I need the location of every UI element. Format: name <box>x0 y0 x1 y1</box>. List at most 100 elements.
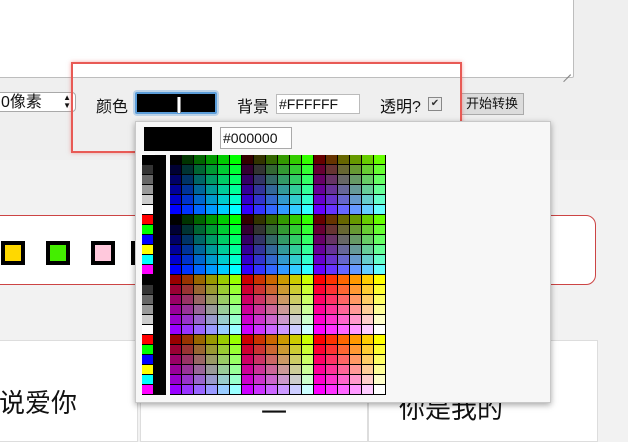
palette-cell[interactable] <box>242 225 254 235</box>
palette-cell[interactable] <box>230 155 242 165</box>
palette-cell[interactable] <box>206 315 218 325</box>
palette-cell[interactable] <box>206 355 218 365</box>
palette-cell[interactable] <box>290 215 302 225</box>
palette-cell[interactable] <box>326 275 338 285</box>
palette-cell[interactable] <box>374 295 386 305</box>
palette-cell[interactable] <box>194 355 206 365</box>
palette-cell[interactable] <box>230 335 242 345</box>
palette-cell[interactable] <box>326 225 338 235</box>
palette-cell[interactable] <box>218 285 230 295</box>
palette-cell[interactable] <box>242 245 254 255</box>
palette-cell[interactable] <box>182 335 194 345</box>
palette-cell[interactable] <box>338 355 350 365</box>
palette-cell[interactable] <box>142 235 154 245</box>
palette-cell[interactable] <box>182 265 194 275</box>
palette-cell[interactable] <box>278 385 290 395</box>
palette-cell[interactable] <box>154 195 166 205</box>
palette-cell[interactable] <box>338 365 350 375</box>
palette-cell[interactable] <box>302 375 314 385</box>
palette-cell[interactable] <box>182 165 194 175</box>
palette-cell[interactable] <box>278 265 290 275</box>
palette-cell[interactable] <box>194 155 206 165</box>
palette-cell[interactable] <box>374 275 386 285</box>
palette-cell[interactable] <box>170 285 182 295</box>
palette-cell[interactable] <box>154 165 166 175</box>
palette-cell[interactable] <box>374 195 386 205</box>
palette-cell[interactable] <box>182 305 194 315</box>
palette-cell[interactable] <box>278 325 290 335</box>
palette-cell[interactable] <box>254 175 266 185</box>
palette-cell[interactable] <box>182 365 194 375</box>
palette-cell[interactable] <box>194 175 206 185</box>
palette-cell[interactable] <box>142 285 154 295</box>
palette-cell[interactable] <box>374 175 386 185</box>
palette-cell[interactable] <box>302 245 314 255</box>
palette-cell[interactable] <box>374 355 386 365</box>
palette-cell[interactable] <box>154 355 166 365</box>
palette-cell[interactable] <box>290 355 302 365</box>
palette-cell[interactable] <box>326 235 338 245</box>
palette-cell[interactable] <box>314 295 326 305</box>
palette-cell[interactable] <box>362 155 374 165</box>
palette-cell[interactable] <box>170 205 182 215</box>
palette-cell[interactable] <box>230 235 242 245</box>
palette-cell[interactable] <box>374 205 386 215</box>
palette-cell[interactable] <box>206 205 218 215</box>
palette-cell[interactable] <box>242 195 254 205</box>
palette-cell[interactable] <box>182 215 194 225</box>
palette-cell[interactable] <box>326 385 338 395</box>
palette-cell[interactable] <box>218 175 230 185</box>
palette-cell[interactable] <box>254 255 266 265</box>
palette-cell[interactable] <box>230 175 242 185</box>
palette-cell[interactable] <box>242 215 254 225</box>
palette-cell[interactable] <box>206 175 218 185</box>
palette-cell[interactable] <box>266 355 278 365</box>
palette-cell[interactable] <box>374 345 386 355</box>
palette-cell[interactable] <box>326 365 338 375</box>
palette-cell[interactable] <box>170 375 182 385</box>
palette-cell[interactable] <box>230 265 242 275</box>
palette-cell[interactable] <box>290 295 302 305</box>
palette-cell[interactable] <box>302 385 314 395</box>
palette-cell[interactable] <box>194 245 206 255</box>
palette-cell[interactable] <box>350 245 362 255</box>
palette-cell[interactable] <box>218 345 230 355</box>
palette-cell[interactable] <box>218 355 230 365</box>
palette-cell[interactable] <box>154 315 166 325</box>
palette-cell[interactable] <box>302 155 314 165</box>
palette-cell[interactable] <box>142 175 154 185</box>
palette-cell[interactable] <box>170 385 182 395</box>
palette-cell[interactable] <box>290 265 302 275</box>
palette-cell[interactable] <box>230 185 242 195</box>
palette-cell[interactable] <box>154 185 166 195</box>
palette-cell[interactable] <box>278 175 290 185</box>
palette-cell[interactable] <box>230 245 242 255</box>
palette-cell[interactable] <box>374 375 386 385</box>
palette-cell[interactable] <box>278 285 290 295</box>
palette-cell[interactable] <box>170 155 182 165</box>
palette-cell[interactable] <box>142 265 154 275</box>
palette-cell[interactable] <box>278 345 290 355</box>
palette-cell[interactable] <box>182 275 194 285</box>
palette-cell[interactable] <box>338 175 350 185</box>
palette-cell[interactable] <box>350 195 362 205</box>
palette-cell[interactable] <box>154 335 166 345</box>
palette-cell[interactable] <box>218 335 230 345</box>
palette-cell[interactable] <box>230 225 242 235</box>
palette-cell[interactable] <box>154 285 166 295</box>
palette-cell[interactable] <box>170 185 182 195</box>
palette-cell[interactable] <box>206 235 218 245</box>
palette-cell[interactable] <box>290 235 302 245</box>
palette-cell[interactable] <box>206 305 218 315</box>
palette-cell[interactable] <box>278 335 290 345</box>
palette-cell[interactable] <box>266 365 278 375</box>
palette-cell[interactable] <box>242 315 254 325</box>
palette-cell[interactable] <box>206 165 218 175</box>
palette-cell[interactable] <box>302 365 314 375</box>
palette-cell[interactable] <box>314 225 326 235</box>
palette-cell[interactable] <box>278 185 290 195</box>
palette-cell[interactable] <box>302 195 314 205</box>
palette-cell[interactable] <box>302 325 314 335</box>
palette-cell[interactable] <box>154 305 166 315</box>
palette-cell[interactable] <box>206 195 218 205</box>
